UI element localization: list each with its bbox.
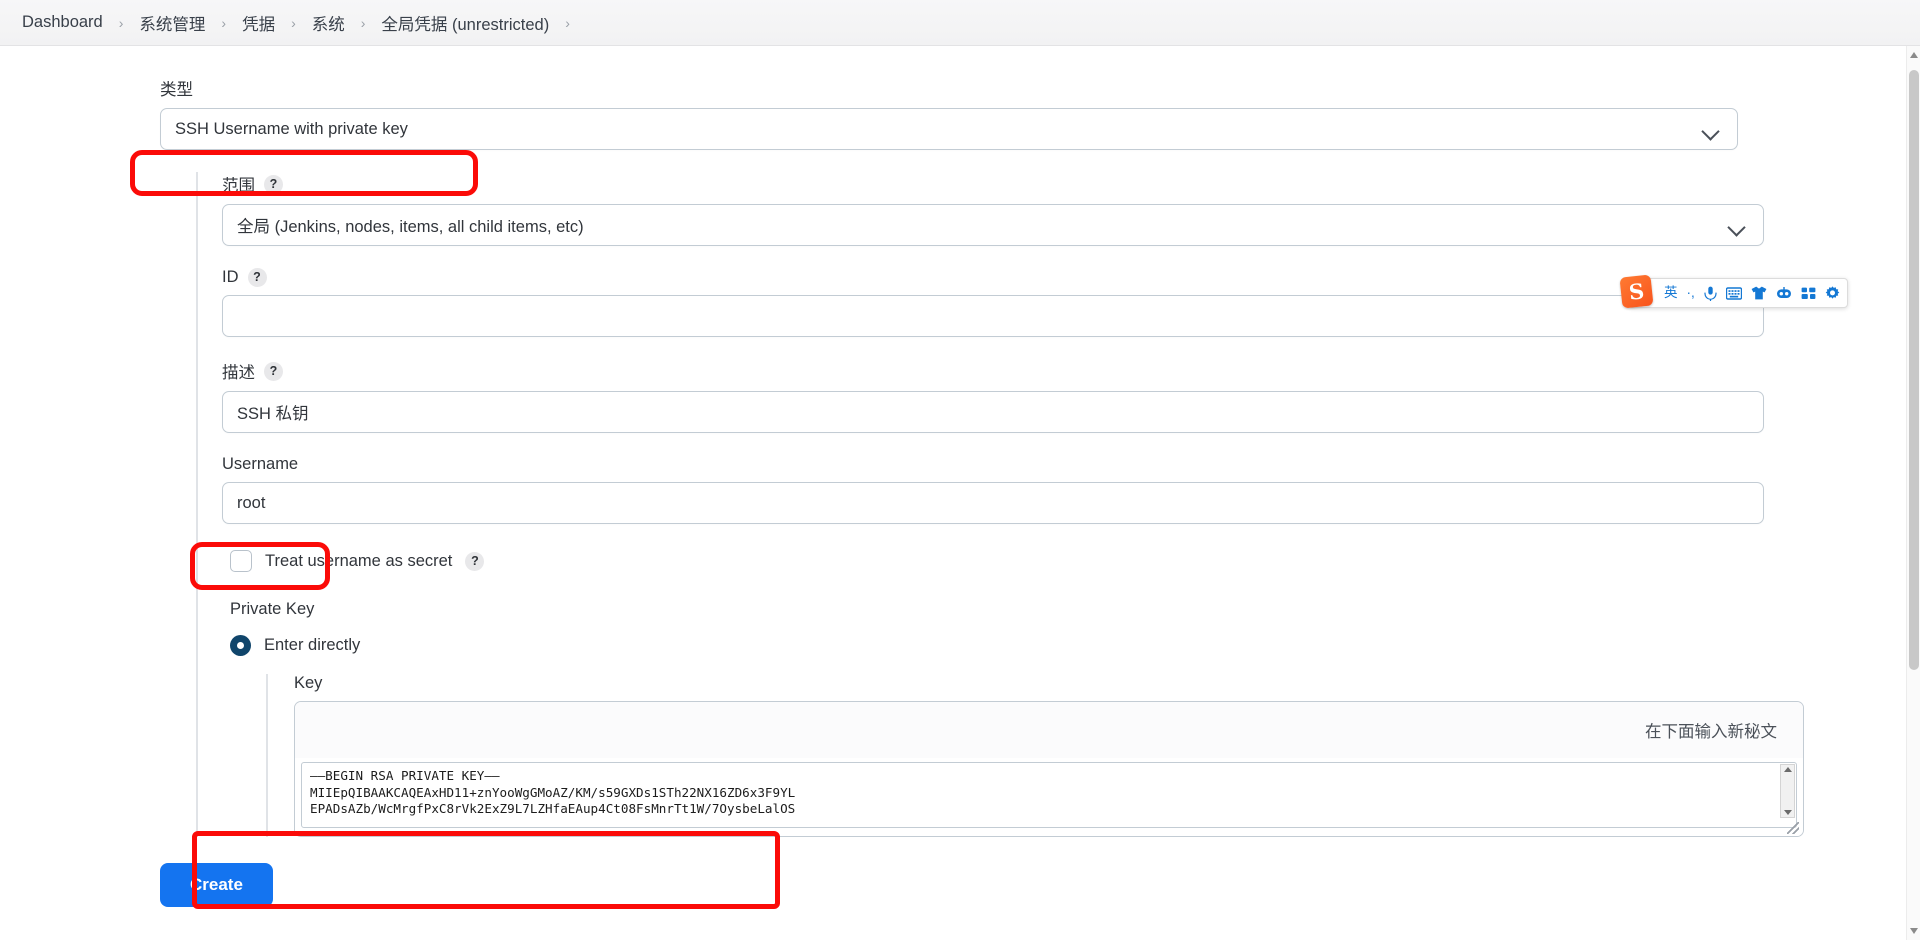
field-scope: 范围 ? 全局 (Jenkins, nodes, items, all chil…	[222, 172, 1920, 246]
punctuation-icon[interactable]: ·,	[1687, 286, 1695, 300]
credentials-form: 类型 SSH Username with private key 范围 ? 全局…	[0, 46, 1920, 837]
type-select-value: SSH Username with private key	[175, 119, 408, 138]
secret-editor-body: ——BEGIN RSA PRIVATE KEY—— MIIEpQIBAAKCAQ…	[295, 758, 1803, 836]
username-label: Username	[222, 455, 1920, 474]
breadcrumb: Dashboard › 系统管理 › 凭据 › 系统 › 全局凭据 (unres…	[0, 0, 1920, 46]
username-label-text: Username	[222, 455, 299, 473]
language-english-icon[interactable]: 英	[1664, 286, 1678, 300]
help-icon[interactable]: ?	[264, 174, 283, 194]
microphone-icon[interactable]	[1704, 286, 1717, 301]
username-input[interactable]: root	[222, 482, 1764, 524]
settings-gear-icon[interactable]	[1825, 285, 1840, 301]
breadcrumb-separator-icon: ›	[565, 14, 570, 31]
breadcrumb-item-system-management[interactable]: 系统管理	[131, 9, 213, 37]
create-button[interactable]: Create	[160, 863, 273, 907]
description-input[interactable]: SSH 私钥	[222, 391, 1764, 433]
secret-editor: 在下面输入新秘文 ——BEGIN RSA PRIVATE KEY—— MIIEp…	[294, 701, 1804, 837]
description-input-value: SSH 私钥	[237, 405, 309, 423]
scroll-up-arrow-icon[interactable]	[1910, 52, 1918, 58]
breadcrumb-item-credentials[interactable]: 凭据	[234, 9, 283, 37]
scope-select-value: 全局 (Jenkins, nodes, items, all child ite…	[237, 218, 584, 236]
breadcrumb-item-system[interactable]: 系统	[304, 9, 353, 37]
apps-grid-icon[interactable]	[1801, 287, 1816, 300]
key-group: Key 在下面输入新秘文 ——BEGIN RSA PRIVATE KEY—— M…	[266, 674, 1920, 837]
page-scrollbar[interactable]	[1906, 46, 1920, 940]
breadcrumb-item-global-credentials[interactable]: 全局凭据 (unrestricted)	[373, 9, 557, 37]
secret-hint-text: 在下面输入新秘文	[1645, 723, 1777, 741]
robot-icon[interactable]	[1776, 286, 1792, 300]
breadcrumb-separator-icon: ›	[360, 14, 366, 31]
help-icon[interactable]: ?	[465, 551, 485, 571]
type-label: 类型	[160, 76, 1920, 100]
enter-directly-radio[interactable]	[230, 635, 251, 656]
textarea-scrollbar[interactable]	[1780, 764, 1795, 818]
key-label-text: Key	[294, 674, 323, 692]
scroll-up-arrow-icon[interactable]	[1783, 767, 1792, 772]
help-icon[interactable]: ?	[247, 268, 267, 287]
field-description: 描述 ? SSH 私钥	[222, 359, 1920, 433]
description-label-text: 描述	[222, 364, 255, 382]
scroll-down-arrow-icon[interactable]	[1783, 810, 1792, 815]
private-key-textarea[interactable]: ——BEGIN RSA PRIVATE KEY—— MIIEpQIBAAKCAQ…	[301, 762, 1797, 828]
textarea-resize-handle[interactable]	[1787, 822, 1799, 834]
help-icon[interactable]: ?	[264, 361, 283, 381]
private-key-section-title: Private Key	[230, 600, 315, 618]
username-input-value: root	[237, 493, 266, 512]
breadcrumb-item-dashboard[interactable]: Dashboard	[22, 11, 111, 34]
key-label: Key	[294, 674, 1920, 693]
scope-label: 范围 ?	[222, 172, 1920, 196]
scope-label-text: 范围	[222, 177, 255, 195]
field-username: Username root	[222, 455, 1920, 524]
scroll-down-arrow-icon[interactable]	[1910, 928, 1918, 934]
keyboard-icon[interactable]	[1725, 286, 1742, 300]
scrollbar-thumb[interactable]	[1909, 70, 1919, 670]
treat-username-as-secret-checkbox[interactable]	[230, 550, 252, 572]
breadcrumb-separator-icon: ›	[118, 14, 124, 31]
sogou-logo-icon[interactable]: S	[1619, 274, 1654, 309]
enter-directly-radio-row[interactable]: Enter directly	[230, 635, 1920, 656]
id-input[interactable]	[222, 295, 1764, 337]
radio-selected-dot-icon	[237, 642, 244, 649]
breadcrumb-separator-icon: ›	[291, 14, 296, 31]
description-label: 描述 ?	[222, 359, 1920, 383]
form-footer: Create	[0, 863, 1920, 907]
ime-toolbar[interactable]: S 英 ·,	[1619, 274, 1848, 309]
treat-username-as-secret-label: Treat username as secret	[265, 551, 453, 570]
enter-directly-radio-label: Enter directly	[264, 636, 361, 654]
treat-username-as-secret-row[interactable]: Treat username as secret ?	[230, 550, 1920, 572]
skin-shirt-icon[interactable]	[1751, 286, 1767, 300]
type-label-text: 类型	[160, 81, 193, 99]
credential-details-group: 范围 ? 全局 (Jenkins, nodes, items, all chil…	[196, 172, 1920, 837]
breadcrumb-separator-icon: ›	[221, 14, 227, 31]
type-select[interactable]: SSH Username with private key	[160, 108, 1738, 150]
secret-editor-header: 在下面输入新秘文	[295, 702, 1803, 758]
credentials-form-page: 类型 SSH Username with private key 范围 ? 全局…	[0, 46, 1920, 940]
id-label-text: ID	[222, 268, 239, 286]
scope-select[interactable]: 全局 (Jenkins, nodes, items, all child ite…	[222, 204, 1764, 246]
field-type: 类型 SSH Username with private key	[160, 76, 1920, 150]
